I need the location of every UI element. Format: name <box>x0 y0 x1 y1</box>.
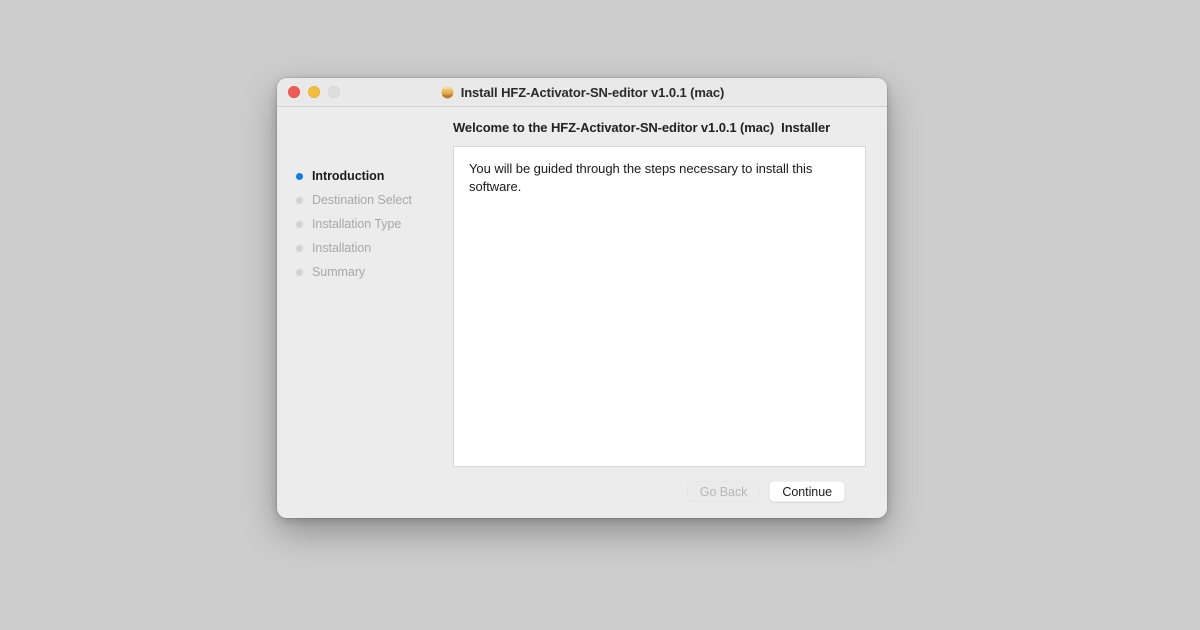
window-titlebar[interactable]: Install HFZ-Activator-SN-editor v1.0.1 (… <box>277 78 887 107</box>
window-body: Introduction Destination Select Installa… <box>277 107 887 518</box>
continue-button[interactable]: Continue <box>769 481 845 502</box>
installer-footer: Go Back Continue <box>453 467 866 518</box>
package-installer-icon <box>441 85 454 98</box>
welcome-body-text: You will be guided through the steps nec… <box>469 161 813 194</box>
sidebar-step-label: Installation Type <box>312 217 402 231</box>
window-title-group: Install HFZ-Activator-SN-editor v1.0.1 (… <box>440 84 725 100</box>
traffic-light-buttons <box>288 78 340 106</box>
installer-window: Install HFZ-Activator-SN-editor v1.0.1 (… <box>277 78 887 518</box>
sidebar-step-label: Installation <box>312 241 372 255</box>
minimize-window-button[interactable] <box>308 86 320 98</box>
sidebar-step-introduction: Introduction <box>277 164 448 188</box>
welcome-heading: Welcome to the HFZ-Activator-SN-editor v… <box>453 120 831 135</box>
installer-main-pane: Welcome to the HFZ-Activator-SN-editor v… <box>448 107 887 518</box>
installer-steps-sidebar: Introduction Destination Select Installa… <box>277 107 448 518</box>
step-bullet-icon <box>296 268 303 276</box>
sidebar-step-label: Summary <box>312 265 366 279</box>
sidebar-step-destination-select: Destination Select <box>277 188 448 212</box>
sidebar-step-installation: Installation <box>277 236 448 260</box>
sidebar-step-installation-type: Installation Type <box>277 212 448 236</box>
step-bullet-icon <box>296 196 303 204</box>
sidebar-step-summary: Summary <box>277 260 448 284</box>
installer-content-panel: You will be guided through the steps nec… <box>453 146 866 467</box>
step-bullet-icon <box>296 172 303 180</box>
window-title: Install HFZ-Activator-SN-editor v1.0.1 (… <box>460 84 725 100</box>
sidebar-step-label: Introduction <box>312 169 385 183</box>
step-bullet-icon <box>296 220 303 228</box>
sidebar-step-label: Destination Select <box>312 193 412 207</box>
zoom-window-button <box>328 86 340 98</box>
step-bullet-icon <box>296 244 303 252</box>
go-back-button: Go Back <box>686 481 761 502</box>
close-window-button[interactable] <box>288 86 300 98</box>
